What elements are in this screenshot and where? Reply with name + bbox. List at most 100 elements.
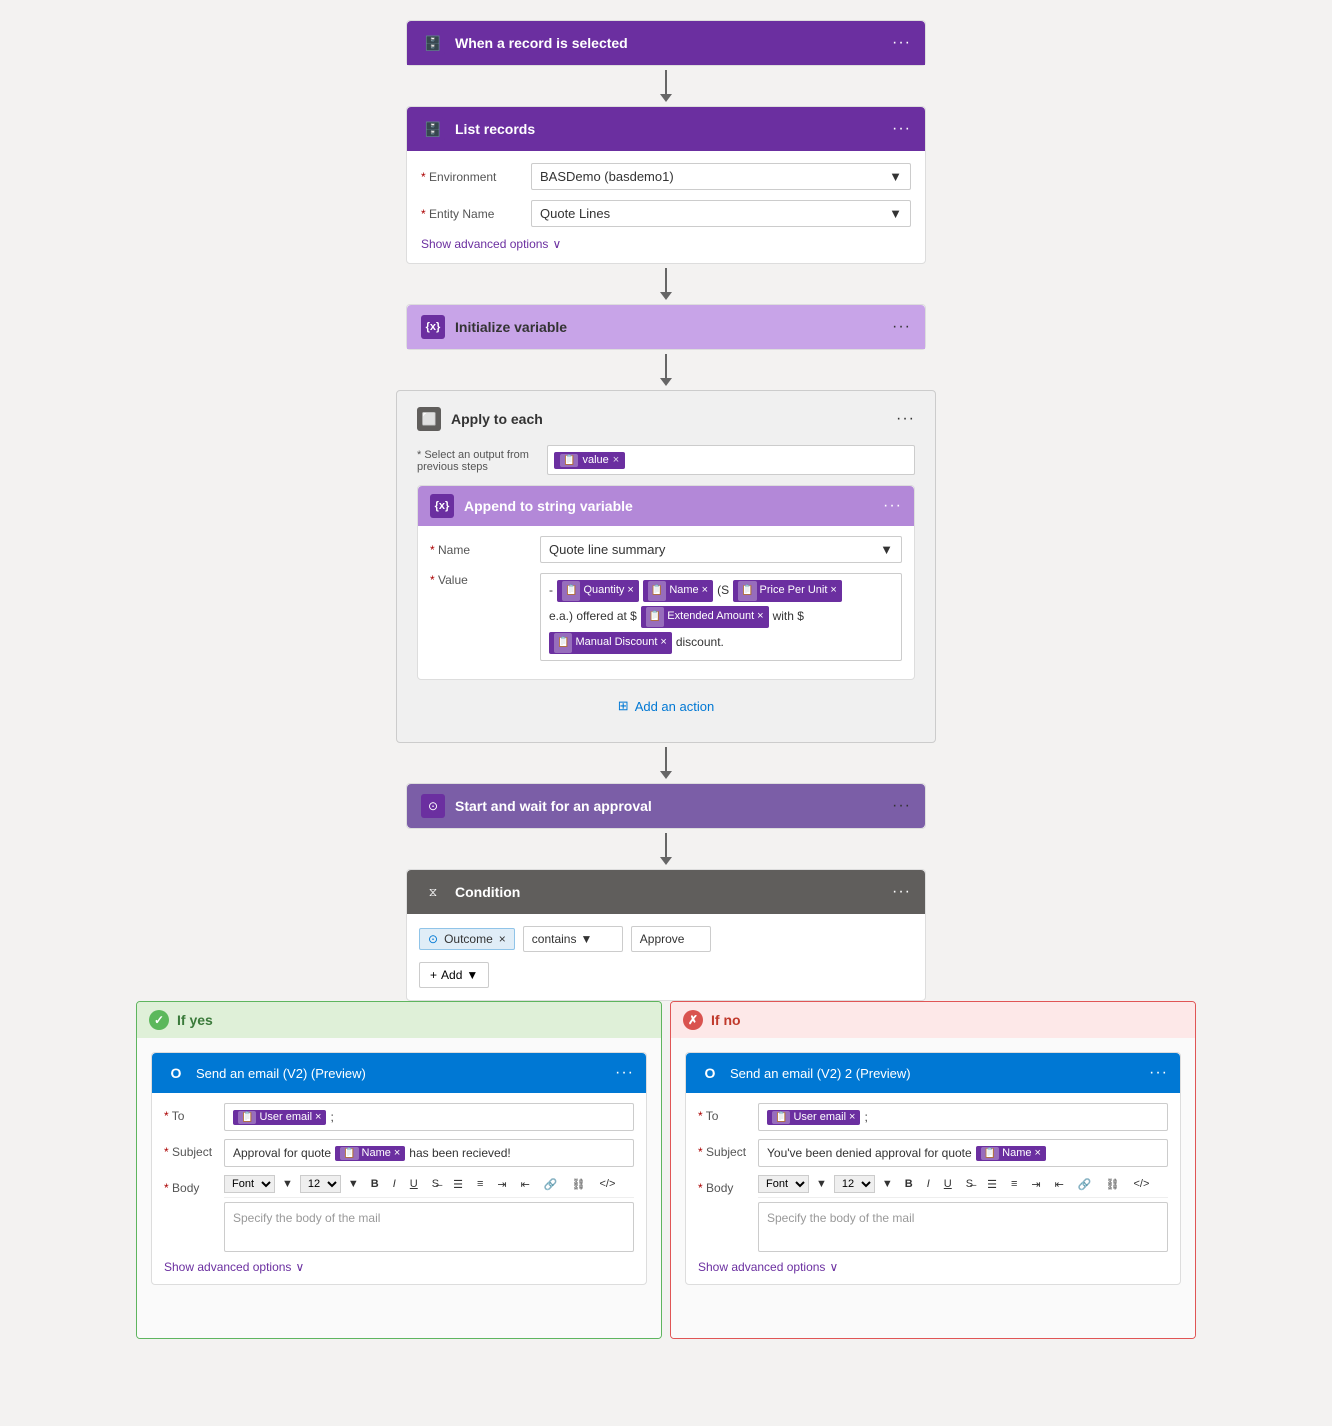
to-input-no[interactable]: 📋 User email × ; <box>758 1103 1168 1131</box>
outlook-icon-no: O <box>698 1061 722 1085</box>
to-input-yes[interactable]: 📋 User email × ; <box>224 1103 634 1131</box>
condition-operator[interactable]: contains ▼ <box>523 926 623 952</box>
show-advanced-yes[interactable]: Show advanced options ∨ <box>164 1260 634 1274</box>
step-init-variable-menu[interactable]: ··· <box>892 318 911 336</box>
subject-row-yes: Subject Approval for quote 📋 Name × has … <box>164 1139 634 1167</box>
value-tag-close[interactable]: × <box>613 454 619 466</box>
value-dash: - <box>549 580 553 602</box>
bold-btn-no[interactable]: B <box>900 1176 918 1192</box>
step-list-records-header: 🗄️ List records ··· <box>407 107 925 151</box>
body-label-yes: Body <box>164 1181 224 1195</box>
step-apply-each-menu[interactable]: ··· <box>896 410 915 428</box>
show-advanced-label-1: Show advanced options <box>421 237 548 251</box>
value-content[interactable]: - 📋 Quantity × 📋 Name × (S <box>540 573 902 661</box>
italic-btn-yes[interactable]: I <box>388 1176 401 1192</box>
subject-input-no[interactable]: You've been denied approval for quote 📋 … <box>758 1139 1168 1167</box>
outdent-btn-no[interactable]: ⇤ <box>1050 1176 1069 1193</box>
append-string-icon: {x} <box>430 494 454 518</box>
branch-no-body: O Send an email (V2) 2 (Preview) ··· To … <box>671 1038 1195 1338</box>
step-apply-each: ⬜ Apply to each ··· * Select an output f… <box>396 390 936 743</box>
name-tag-close[interactable]: × <box>702 581 708 601</box>
step-condition-menu[interactable]: ··· <box>892 883 911 901</box>
ol-btn-no[interactable]: ≡ <box>1006 1176 1022 1192</box>
step-list-records-menu[interactable]: ··· <box>892 120 911 138</box>
outcome-close[interactable]: × <box>499 932 506 946</box>
name-select[interactable]: Quote line summary ▼ <box>540 536 902 563</box>
entity-select[interactable]: Quote Lines ▼ <box>531 200 911 227</box>
email-card-yes-header: O Send an email (V2) (Preview) ··· <box>152 1053 646 1093</box>
arrow-2 <box>660 268 672 300</box>
add-action-button[interactable]: ⊞ Add an action <box>417 690 915 722</box>
indent-btn-yes[interactable]: ⇥ <box>492 1176 511 1193</box>
step-when-record: 🗄️ When a record is selected ··· <box>406 20 926 66</box>
select-output-input[interactable]: 📋 value × <box>547 445 915 475</box>
quantity-tag-close[interactable]: × <box>627 581 633 601</box>
underline-btn-yes[interactable]: U <box>405 1176 423 1192</box>
italic-btn-no[interactable]: I <box>922 1176 935 1192</box>
name-chevron: ▼ <box>880 542 893 557</box>
subject-input-yes[interactable]: Approval for quote 📋 Name × has been rec… <box>224 1139 634 1167</box>
environment-select[interactable]: BASDemo (basdemo1) ▼ <box>531 163 911 190</box>
price-per-unit-tag: 📋 Price Per Unit × <box>733 580 842 602</box>
font-select-no[interactable]: Font <box>758 1175 809 1193</box>
link-btn-no[interactable]: 🔗 <box>1073 1176 1097 1193</box>
body-placeholder-yes[interactable]: Specify the body of the mail <box>224 1202 634 1252</box>
underline-btn-no[interactable]: U <box>939 1176 957 1192</box>
step-apply-each-body: * Select an output from previous steps 📋… <box>407 445 925 732</box>
branch-no-icon: ✗ <box>683 1010 703 1030</box>
unlink-btn-yes[interactable]: ⛓ <box>567 1176 591 1193</box>
step-append-string-menu[interactable]: ··· <box>883 497 902 515</box>
font-size-select-no[interactable]: 12 <box>834 1175 875 1193</box>
show-advanced-no[interactable]: Show advanced options ∨ <box>698 1260 1168 1274</box>
strikethrough-btn-no[interactable]: S̶ <box>961 1176 978 1192</box>
value-sep1: (S <box>717 580 729 602</box>
extended-amount-tag-close[interactable]: × <box>757 607 763 627</box>
value-tag-icon: 📋 <box>560 454 578 467</box>
font-size-select-yes[interactable]: 12 <box>300 1175 341 1193</box>
operator-chevron: ▼ <box>580 932 592 946</box>
html-btn-no[interactable]: </> <box>1129 1176 1155 1192</box>
step-init-variable: {x} Initialize variable ··· <box>406 304 926 350</box>
unlink-btn-no[interactable]: ⛓ <box>1101 1176 1125 1193</box>
step-when-record-header: 🗄️ When a record is selected ··· <box>407 21 925 65</box>
show-advanced-chevron-1: ∨ <box>552 237 561 251</box>
show-advanced-options-1[interactable]: Show advanced options ∨ <box>421 237 911 251</box>
name-tag-subject-no: 📋 Name × <box>976 1146 1046 1161</box>
bold-btn-yes[interactable]: B <box>366 1176 384 1192</box>
email-yes-menu[interactable]: ··· <box>615 1064 634 1082</box>
email-no-menu[interactable]: ··· <box>1149 1064 1168 1082</box>
indent-btn-no[interactable]: ⇥ <box>1026 1176 1045 1193</box>
font-size-no: ▼ <box>813 1178 830 1190</box>
value-offered: e.a.) offered at $ <box>549 606 637 628</box>
condition-add-button[interactable]: + Add ▼ <box>419 962 489 988</box>
init-variable-icon: {x} <box>421 315 445 339</box>
price-per-unit-tag-close[interactable]: × <box>830 581 836 601</box>
ul-btn-yes[interactable]: ☰ <box>448 1176 468 1193</box>
condition-icon: ⧖ <box>421 880 445 904</box>
outcome-tag: ⊙ Outcome × <box>419 928 515 950</box>
link-btn-yes[interactable]: 🔗 <box>539 1176 563 1193</box>
ul-btn-no[interactable]: ☰ <box>982 1176 1002 1193</box>
quantity-tag-icon: 📋 <box>562 581 580 601</box>
branch-no-label: If no <box>711 1012 741 1028</box>
show-advanced-chevron-no: ∨ <box>829 1260 838 1274</box>
strikethrough-btn-yes[interactable]: S̶ <box>427 1176 444 1192</box>
entity-value: Quote Lines <box>540 206 610 221</box>
outdent-btn-yes[interactable]: ⇤ <box>516 1176 535 1193</box>
subject-row-no: Subject You've been denied approval for … <box>698 1139 1168 1167</box>
step-when-record-menu[interactable]: ··· <box>892 34 911 52</box>
show-advanced-label-no: Show advanced options <box>698 1260 825 1274</box>
name-tag: 📋 Name × <box>643 580 713 602</box>
html-btn-yes[interactable]: </> <box>595 1176 621 1192</box>
step-approval-menu[interactable]: ··· <box>892 797 911 815</box>
body-placeholder-no[interactable]: Specify the body of the mail <box>758 1202 1168 1252</box>
email-card-no: O Send an email (V2) 2 (Preview) ··· To … <box>685 1052 1181 1285</box>
condition-value[interactable]: Approve <box>631 926 711 952</box>
manual-discount-tag-close[interactable]: × <box>660 633 666 653</box>
step-list-records: 🗄️ List records ··· Environment BASDemo … <box>406 106 926 264</box>
environment-value: BASDemo (basdemo1) <box>540 169 674 184</box>
flow-container: 🗄️ When a record is selected ··· 🗄️ List… <box>0 0 1332 1359</box>
ol-btn-yes[interactable]: ≡ <box>472 1176 488 1192</box>
font-select-yes[interactable]: Font <box>224 1175 275 1193</box>
step-init-variable-title: Initialize variable <box>455 319 892 335</box>
